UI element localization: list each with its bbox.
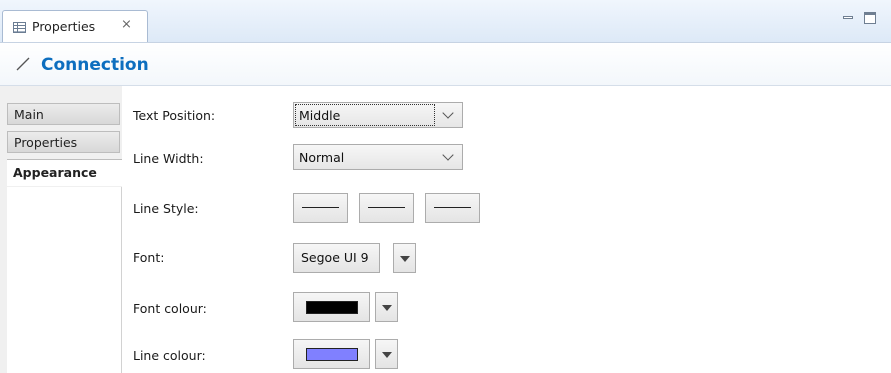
text-position-combo[interactable]: Middle xyxy=(293,102,463,128)
font-button[interactable]: Segoe UI 9 xyxy=(293,243,380,273)
page-title: Connection xyxy=(41,55,149,75)
view-tab-bar: Properties ⨯ xyxy=(0,0,891,43)
solid-line-icon xyxy=(368,207,405,208)
chevron-down-icon xyxy=(442,149,454,161)
line-style-button-2[interactable] xyxy=(359,193,414,223)
properties-view-tab[interactable]: Properties ⨯ xyxy=(2,10,148,42)
properties-table-icon xyxy=(13,22,26,33)
solid-line-icon xyxy=(302,207,339,208)
tab-column-blank xyxy=(7,187,122,373)
font-dropdown-button[interactable] xyxy=(393,243,416,273)
view-tab-label: Properties xyxy=(32,19,96,34)
maximize-icon[interactable] xyxy=(864,12,876,24)
close-icon[interactable]: ⨯ xyxy=(121,18,132,31)
font-colour-swatch xyxy=(306,301,358,314)
properties-title-bar: Connection xyxy=(0,43,891,86)
line-colour-button[interactable] xyxy=(293,339,370,369)
chevron-down-icon xyxy=(442,107,454,119)
line-colour-dropdown-button[interactable] xyxy=(375,339,398,369)
tab-main[interactable]: Main xyxy=(7,103,120,125)
line-width-combo[interactable]: Normal xyxy=(293,144,463,170)
solid-line-icon xyxy=(434,207,471,208)
font-label: Font: xyxy=(133,250,165,265)
line-style-label: Line Style: xyxy=(133,201,199,216)
minimize-icon[interactable] xyxy=(842,12,854,24)
font-colour-label: Font colour: xyxy=(133,301,207,316)
line-style-solid-button[interactable] xyxy=(293,193,348,223)
line-width-label: Line Width: xyxy=(133,151,204,166)
connection-line-icon xyxy=(16,57,30,71)
line-colour-swatch xyxy=(306,348,358,361)
font-colour-button[interactable] xyxy=(293,292,370,322)
text-position-label: Text Position: xyxy=(133,108,216,123)
tab-properties[interactable]: Properties xyxy=(7,131,120,153)
line-colour-label: Line colour: xyxy=(133,348,206,363)
text-position-value: Middle xyxy=(299,108,341,123)
font-colour-dropdown-button[interactable] xyxy=(375,292,398,322)
line-width-value: Normal xyxy=(299,150,345,165)
line-style-button-3[interactable] xyxy=(425,193,480,223)
tab-appearance[interactable]: Appearance xyxy=(7,159,122,186)
